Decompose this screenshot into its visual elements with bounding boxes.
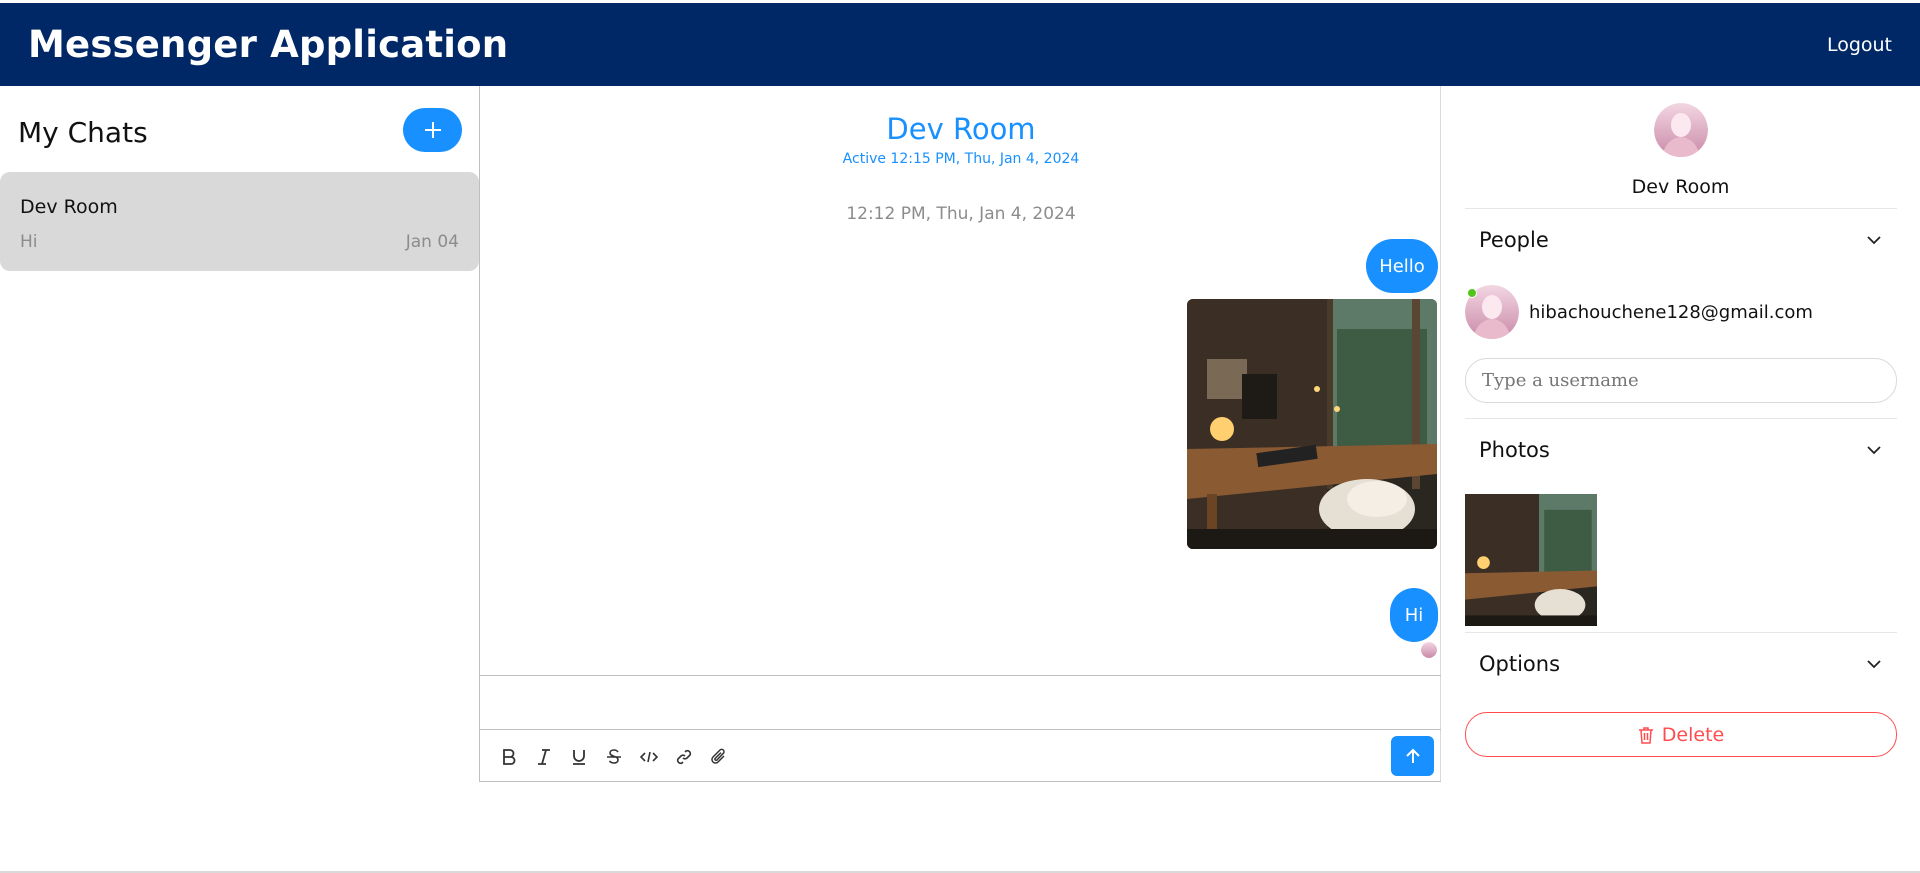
delete-chat-button[interactable]: Delete [1465, 712, 1897, 757]
chat-item-date: Jan 04 [405, 232, 459, 252]
chat-details-panel: Dev Room People hibachouchene128@gmail.c… [1441, 86, 1920, 782]
logout-button[interactable]: Logout [1827, 34, 1892, 56]
formatting-toolbar [496, 744, 731, 769]
top-bar: Messenger Application Logout [0, 3, 1920, 86]
conversation-title: Dev Room [886, 112, 1036, 146]
username-input[interactable] [1465, 358, 1897, 403]
photo-thumbnail[interactable] [1465, 494, 1597, 626]
read-receipt-avatar [1421, 642, 1437, 658]
divider [1465, 632, 1897, 633]
strikethrough-icon[interactable] [601, 744, 626, 769]
chevron-down-icon [1867, 660, 1881, 669]
options-label: Options [1479, 652, 1561, 676]
my-chats-heading: My Chats [18, 116, 148, 149]
paperclip-icon[interactable] [706, 744, 731, 769]
underline-icon[interactable] [566, 744, 591, 769]
message-bubble: Hello [1366, 239, 1438, 293]
send-button[interactable] [1391, 736, 1434, 776]
message-input[interactable] [480, 676, 1441, 730]
arrow-up-icon [1405, 748, 1420, 763]
divider [1465, 208, 1897, 209]
member-email: hibachouchene128@gmail.com [1529, 301, 1813, 323]
divider [1465, 418, 1897, 419]
conversation-panel: Dev Room Active 12:15 PM, Thu, Jan 4, 20… [479, 86, 1441, 782]
bold-icon[interactable] [496, 744, 521, 769]
italic-icon[interactable] [531, 744, 556, 769]
chevron-down-icon [1867, 446, 1881, 455]
chat-item-preview: Hi [20, 232, 38, 252]
message-image[interactable] [1187, 299, 1437, 549]
message-editor [480, 675, 1441, 782]
new-chat-button[interactable] [403, 108, 462, 152]
room-photo-image [1187, 299, 1437, 549]
chat-list-panel: My Chats Dev Room Hi Jan 04 [0, 86, 479, 782]
app-title: Messenger Application [28, 23, 509, 66]
chat-avatar [1654, 103, 1708, 157]
photos-section-header[interactable]: Photos [1465, 425, 1897, 475]
member-row[interactable]: hibachouchene128@gmail.com [1465, 285, 1813, 339]
chat-item-name: Dev Room [20, 196, 118, 218]
chat-list-item[interactable]: Dev Room Hi Jan 04 [0, 172, 479, 271]
chat-details-name: Dev Room [1631, 176, 1730, 198]
people-label: People [1479, 228, 1549, 252]
options-section-header[interactable]: Options [1465, 639, 1897, 689]
link-icon[interactable] [671, 744, 696, 769]
main-area: My Chats Dev Room Hi Jan 04 Dev Room Act… [0, 86, 1920, 782]
chevron-down-icon [1867, 236, 1881, 245]
photos-label: Photos [1479, 438, 1550, 462]
message-timestamp: 12:12 PM, Thu, Jan 4, 2024 [846, 204, 1076, 224]
code-icon[interactable] [636, 744, 661, 769]
delete-label: Delete [1661, 723, 1725, 746]
trash-icon [1638, 726, 1653, 744]
people-section-header[interactable]: People [1465, 215, 1897, 265]
online-status-dot [1467, 288, 1477, 298]
message-bubble: Hi [1390, 588, 1438, 642]
plus-icon [424, 122, 441, 138]
active-status: Active 12:15 PM, Thu, Jan 4, 2024 [842, 151, 1080, 167]
